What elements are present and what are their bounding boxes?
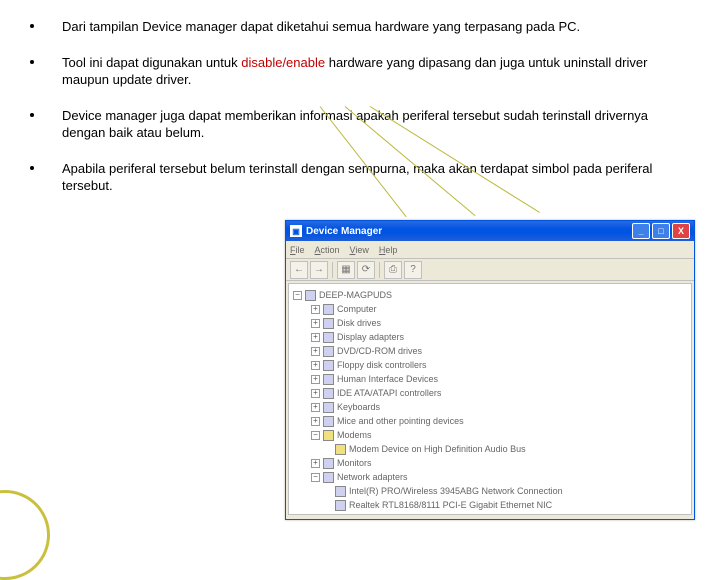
expand-icon[interactable]: +: [311, 333, 320, 342]
modem-icon: [335, 444, 346, 455]
device-icon: [323, 360, 334, 371]
tree-node[interactable]: +Floppy disk controllers: [291, 358, 689, 372]
collapse-icon[interactable]: −: [311, 431, 320, 440]
device-icon: [323, 388, 334, 399]
forward-button[interactable]: →: [310, 261, 328, 279]
menu-help[interactable]: Help: [379, 245, 398, 255]
expand-icon[interactable]: +: [311, 375, 320, 384]
maximize-button[interactable]: □: [652, 223, 670, 239]
tree-node[interactable]: +Human Interface Devices: [291, 372, 689, 386]
close-button[interactable]: X: [672, 223, 690, 239]
menu-view[interactable]: View: [350, 245, 369, 255]
device-icon: [323, 416, 334, 427]
device-icon: [323, 304, 334, 315]
network-icon: [335, 486, 346, 497]
expand-icon[interactable]: +: [311, 361, 320, 370]
bullet-item: Apabila periferal tersebut belum terinst…: [30, 160, 690, 195]
device-icon: [323, 458, 334, 469]
bullet-dot-icon: [30, 113, 34, 117]
minimize-button[interactable]: _: [632, 223, 650, 239]
scan-button[interactable]: ⟳: [357, 261, 375, 279]
menubar: File Action View Help: [286, 241, 694, 259]
device-icon: [323, 318, 334, 329]
tree-node[interactable]: +Disk drives: [291, 316, 689, 330]
collapse-icon[interactable]: −: [311, 473, 320, 482]
titlebar[interactable]: ▣ Device Manager _ □ X: [286, 221, 694, 241]
tree-node[interactable]: −Modems: [291, 428, 689, 442]
computer-icon: [305, 290, 316, 301]
app-icon: ▣: [290, 225, 302, 237]
device-icon: [323, 332, 334, 343]
bullet-text: Device manager juga dapat memberikan inf…: [62, 107, 690, 142]
tree-node[interactable]: +Keyboards: [291, 400, 689, 414]
bullet-dot-icon: [30, 24, 34, 28]
tree-node[interactable]: +DVD/CD-ROM drives: [291, 344, 689, 358]
expand-icon[interactable]: +: [311, 347, 320, 356]
tree-node[interactable]: +Computer: [291, 302, 689, 316]
device-tree[interactable]: −DEEP-MAGPUDS +Computer +Disk drives +Di…: [288, 283, 692, 515]
network-icon: [335, 500, 346, 511]
properties-button[interactable]: ▦: [337, 261, 355, 279]
tree-leaf[interactable]: Modem Device on High Definition Audio Bu…: [291, 442, 689, 456]
toolbar: ← → ▦ ⟳ ⎙ ?: [286, 259, 694, 281]
tree-node[interactable]: +Display adapters: [291, 330, 689, 344]
modem-icon: [323, 430, 334, 441]
tree-node[interactable]: −PCMCIA adapters: [291, 512, 689, 515]
bullet-dot-icon: [30, 60, 34, 64]
tree-node[interactable]: −Network adapters: [291, 470, 689, 484]
toolbar-separator: [379, 262, 380, 278]
tree-node[interactable]: +IDE ATA/ATAPI controllers: [291, 386, 689, 400]
print-button[interactable]: ⎙: [384, 261, 402, 279]
device-icon: [323, 374, 334, 385]
tree-node[interactable]: +Mice and other pointing devices: [291, 414, 689, 428]
window-title: Device Manager: [306, 226, 632, 237]
back-button[interactable]: ←: [290, 261, 308, 279]
device-icon: [323, 402, 334, 413]
bullet-item: Tool ini dapat digunakan untuk disable/e…: [30, 54, 690, 89]
tree-root[interactable]: −DEEP-MAGPUDS: [291, 288, 689, 302]
tree-leaf[interactable]: Intel(R) PRO/Wireless 3945ABG Network Co…: [291, 484, 689, 498]
expand-icon[interactable]: +: [311, 417, 320, 426]
bullet-item: Dari tampilan Device manager dapat diket…: [30, 18, 690, 36]
expand-icon[interactable]: +: [311, 319, 320, 328]
toolbar-separator: [332, 262, 333, 278]
tree-node[interactable]: +Monitors: [291, 456, 689, 470]
bullet-item: Device manager juga dapat memberikan inf…: [30, 107, 690, 142]
bullet-dot-icon: [30, 166, 34, 170]
expand-icon[interactable]: +: [311, 459, 320, 468]
decorative-circle: [0, 490, 50, 580]
menu-file[interactable]: File: [290, 245, 305, 255]
bullet-text: Tool ini dapat digunakan untuk disable/e…: [62, 54, 690, 89]
expand-icon[interactable]: +: [311, 389, 320, 398]
device-icon: [323, 346, 334, 357]
pcmcia-icon: [323, 514, 334, 516]
device-manager-window: ▣ Device Manager _ □ X File Action View …: [285, 220, 695, 520]
tree-leaf[interactable]: Realtek RTL8168/8111 PCI-E Gigabit Ether…: [291, 498, 689, 512]
menu-action[interactable]: Action: [315, 245, 340, 255]
collapse-icon[interactable]: −: [293, 291, 302, 300]
expand-icon[interactable]: +: [311, 305, 320, 314]
network-icon: [323, 472, 334, 483]
highlight-text: disable/enable: [241, 55, 325, 70]
expand-icon[interactable]: +: [311, 403, 320, 412]
help-button[interactable]: ?: [404, 261, 422, 279]
bullet-text: Dari tampilan Device manager dapat diket…: [62, 18, 690, 36]
collapse-icon[interactable]: −: [311, 515, 320, 516]
